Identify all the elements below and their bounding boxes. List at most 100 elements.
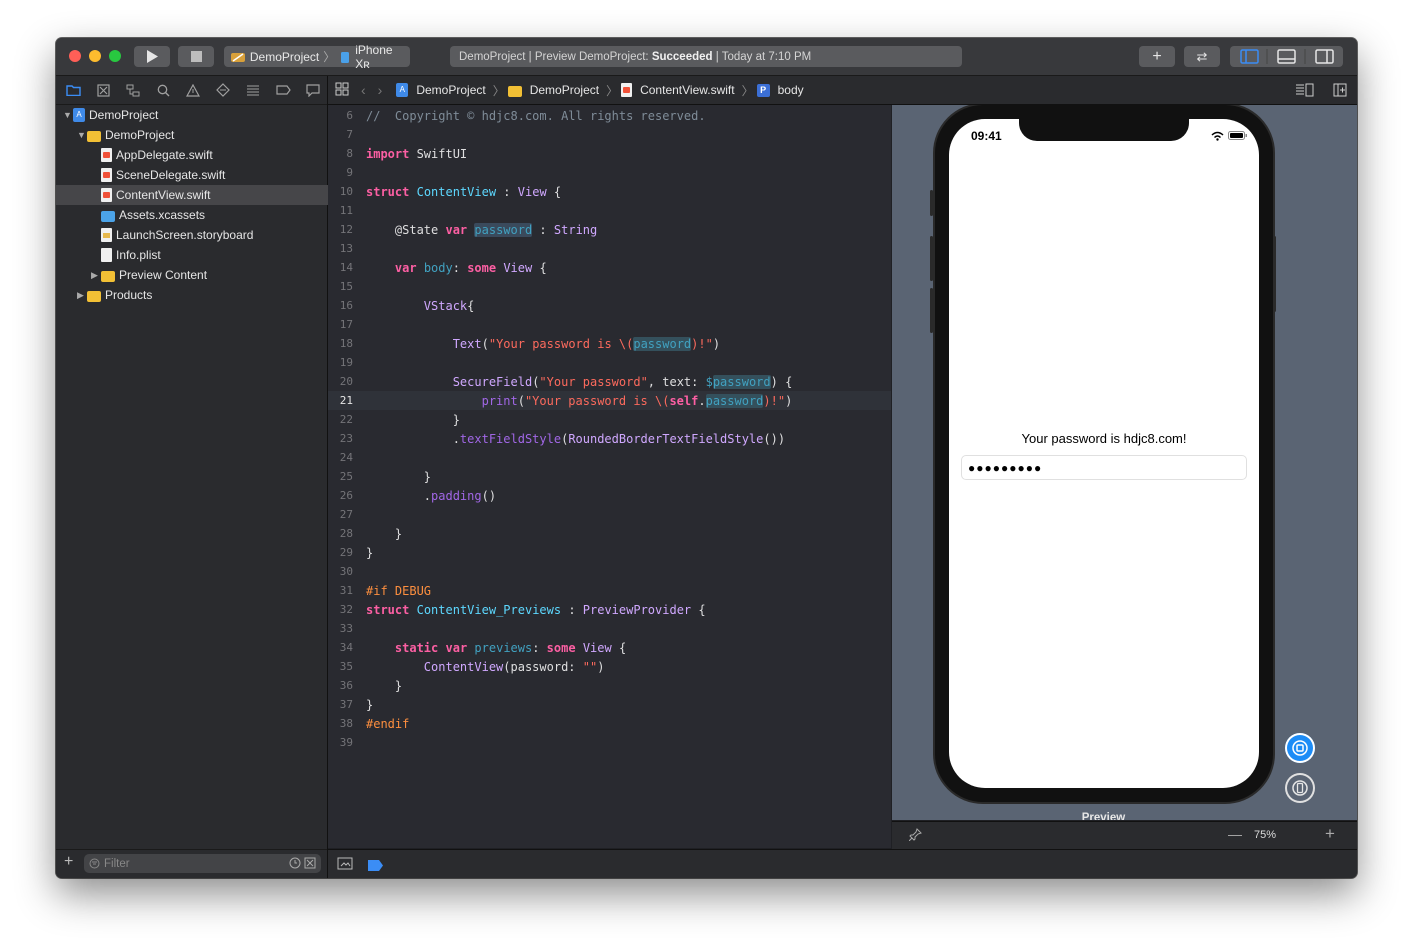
folder-icon[interactable]: [63, 80, 83, 100]
tree-item-scenedelegate[interactable]: SceneDelegate.swift: [56, 165, 372, 185]
debug-navigator-icon[interactable]: [243, 80, 263, 100]
wifi-icon: [1211, 131, 1224, 141]
scheme-selector[interactable]: DemoProject 〉 iPhone Xʀ: [224, 43, 410, 71]
zoom-window-button[interactable]: [109, 50, 121, 62]
activity-viewer: DemoProject | Preview DemoProject: Succe…: [450, 46, 962, 67]
breakpoint-icon[interactable]: [273, 80, 293, 100]
disclosure-open-icon[interactable]: ▼: [77, 130, 87, 140]
swift-file-icon: [101, 188, 112, 202]
tree-item-label: AppDelegate.swift: [116, 148, 213, 162]
battery-icon: [1228, 131, 1247, 140]
zoom-out-minus-icon[interactable]: —: [1228, 826, 1242, 842]
navigator-footer: + Filter: [56, 849, 327, 878]
activity-time: | Today at 7:10 PM: [715, 50, 812, 63]
tree-item-group-demoproject[interactable]: ▼ DemoProject: [56, 125, 348, 145]
filter-field[interactable]: Filter: [84, 854, 321, 873]
tree-item-infoplist[interactable]: Info.plist: [56, 245, 372, 265]
code-line: 23 .textFieldStyle(RoundedBorderTextFiel…: [339, 431, 786, 446]
chevron-right-icon: 〉: [323, 50, 336, 64]
breadcrumb-file[interactable]: ContentView.swift: [621, 83, 735, 97]
add-editor-icon[interactable]: [1333, 83, 1347, 100]
code-line: 31 #if DEBUG: [339, 583, 432, 598]
code-line: 30: [339, 565, 353, 578]
source-editor[interactable]: 6// Copyright © hdjc8.com. All rights re…: [328, 105, 891, 848]
filter-placeholder: Filter: [104, 857, 130, 870]
tree-item-contentview[interactable]: ContentView.swift: [56, 185, 372, 205]
add-file-plus-icon[interactable]: +: [64, 853, 73, 871]
code-line: 14 var body: some View {: [339, 260, 547, 275]
play-icon: [147, 50, 158, 63]
code-line: 24: [339, 451, 353, 464]
code-line: 19: [339, 356, 353, 369]
navigator-selector-bar: [56, 76, 327, 105]
source-control-icon[interactable]: [93, 80, 113, 100]
jump-bar: ‹ › A DemoProject 〉 DemoProject 〉 Conten…: [328, 76, 1357, 105]
warning-icon[interactable]: [183, 80, 203, 100]
zoom-in-plus-icon[interactable]: +: [1325, 824, 1335, 844]
zoom-level[interactable]: 75%: [1254, 829, 1276, 841]
close-window-button[interactable]: [69, 50, 81, 62]
phone-volume-up: [930, 236, 933, 281]
code-line: 13: [339, 242, 353, 255]
breakpoints-toggle-icon[interactable]: [368, 858, 384, 876]
breadcrumb-symbol[interactable]: P body: [756, 83, 804, 97]
source-control-filter-icon[interactable]: [304, 857, 316, 869]
tree-item-products[interactable]: ▶ Products: [56, 285, 348, 305]
search-icon[interactable]: [153, 80, 173, 100]
tree-item-label: DemoProject: [89, 108, 159, 122]
code-review-button[interactable]: ⇄: [1184, 46, 1220, 67]
filter-icon: [89, 858, 100, 869]
back-chevron-icon[interactable]: ‹: [361, 82, 366, 98]
device-icon: [1292, 780, 1308, 796]
code-line: 29}: [339, 545, 374, 560]
activity-prefix: DemoProject | Preview DemoProject:: [459, 50, 649, 63]
status-bar-time: 09:41: [971, 129, 1002, 143]
live-preview-icon: [1292, 740, 1308, 756]
editor-options-icon[interactable]: [1295, 83, 1315, 100]
library-button[interactable]: +: [1139, 46, 1175, 67]
folder-icon: [507, 85, 522, 97]
stop-button[interactable]: [178, 46, 214, 67]
code-line-current: 21 print("Your password is \(self.passwo…: [328, 391, 891, 410]
minimize-window-button[interactable]: [89, 50, 101, 62]
test-diamond-icon[interactable]: [213, 80, 233, 100]
breadcrumb-group[interactable]: DemoProject: [507, 83, 599, 97]
tree-item-project[interactable]: ▼ A DemoProject: [56, 105, 334, 125]
plus-icon: +: [1152, 47, 1162, 65]
tree-item-preview-content[interactable]: ▶ Preview Content: [56, 265, 362, 285]
pin-icon[interactable]: [908, 828, 922, 844]
forward-chevron-icon[interactable]: ›: [378, 82, 383, 98]
toggle-navigator-icon[interactable]: [1240, 49, 1259, 64]
recent-files-clock-icon[interactable]: [289, 857, 301, 869]
tree-item-assets[interactable]: Assets.xcassets: [56, 205, 372, 225]
toggle-debug-area-icon[interactable]: [1277, 49, 1296, 64]
preview-on-device-button[interactable]: [1285, 773, 1315, 803]
folder-icon: [101, 270, 115, 282]
code-line: 18 Text("Your password is \(password)!"): [339, 336, 721, 351]
breadcrumb-separator-icon: 〉: [492, 83, 505, 98]
toggle-inspector-icon[interactable]: [1315, 49, 1334, 64]
tree-item-label: Assets.xcassets: [119, 208, 206, 222]
code-line: 38 #endif: [339, 716, 410, 731]
code-line: 39: [339, 736, 353, 749]
tree-item-label: ContentView.swift: [116, 188, 211, 202]
related-items-grid-icon[interactable]: [335, 82, 349, 99]
breadcrumb-label: DemoProject: [416, 83, 486, 97]
code-line: 26 .padding(): [339, 488, 497, 503]
disclosure-closed-icon[interactable]: ▶: [77, 290, 87, 301]
breadcrumb-project[interactable]: A DemoProject: [396, 83, 486, 97]
tree-item-appdelegate[interactable]: AppDelegate.swift: [56, 145, 372, 165]
live-preview-button[interactable]: [1285, 733, 1315, 763]
report-icon[interactable]: [303, 80, 323, 100]
disclosure-open-icon[interactable]: ▼: [63, 110, 73, 120]
secure-password-field[interactable]: ●●●●●●●●●: [961, 455, 1247, 480]
run-button[interactable]: [134, 46, 170, 67]
breadcrumb-label: ContentView.swift: [640, 83, 735, 97]
symbol-navigator-icon[interactable]: [123, 80, 143, 100]
panel-toggles: [1230, 46, 1343, 67]
tree-item-launchscreen[interactable]: LaunchScreen.storyboard: [56, 225, 372, 245]
disclosure-closed-icon[interactable]: ▶: [91, 270, 101, 281]
tree-item-label: Preview Content: [119, 268, 208, 282]
breadcrumb-label: body: [777, 83, 804, 97]
minimap-toggle-icon[interactable]: [337, 857, 353, 875]
